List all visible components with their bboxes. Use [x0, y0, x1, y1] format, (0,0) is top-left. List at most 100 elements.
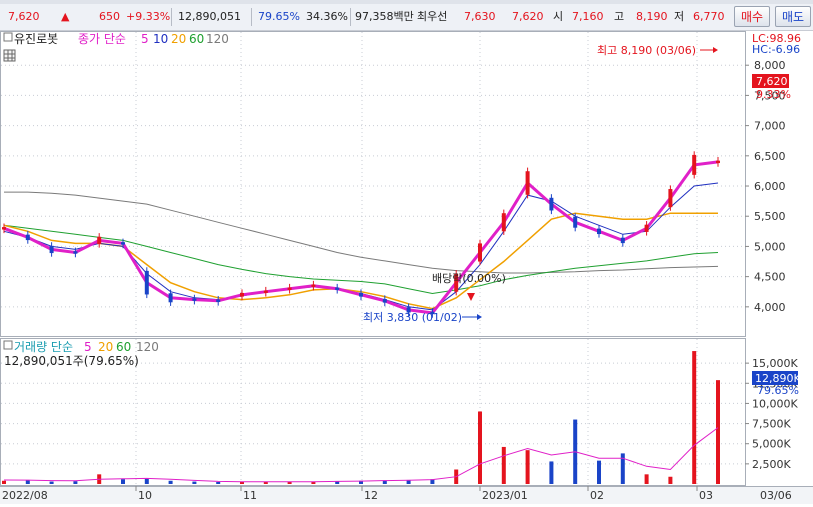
candle-body: [287, 287, 292, 290]
high-price: 8,190: [636, 10, 668, 23]
quote-toolbar: 7,620 ▲ 650 +9.33% 12,890,051 79.65% 34.…: [0, 0, 813, 31]
ma-period-60[interactable]: 60: [189, 32, 204, 46]
ask-label: 최우선: [417, 10, 448, 23]
candle-body: [2, 227, 6, 230]
volume-bar: [216, 481, 221, 484]
candle-body: [359, 292, 363, 297]
volume-bar: [549, 461, 554, 484]
volume-tick-label: 5,000K: [752, 438, 791, 451]
candle-body: [644, 224, 649, 232]
grid-toggle-icon[interactable]: [3, 49, 16, 62]
vol-ma-period-20[interactable]: 20: [98, 340, 113, 354]
change-amount: 650: [99, 10, 120, 23]
volume-bar: [73, 481, 78, 484]
x-tick-label: 2023/01: [482, 489, 528, 502]
stock-chart[interactable]: 8,0007,5007,0006,5006,0005,5005,0004,500…: [0, 31, 813, 504]
buy-button[interactable]: 매수: [734, 6, 770, 27]
candle-body: [335, 287, 340, 290]
candle-body: [311, 284, 316, 287]
candle-body: [525, 171, 530, 195]
candle-body: [478, 243, 482, 262]
volume-bar: [2, 480, 6, 484]
trade-value: 97,358백만: [355, 10, 414, 23]
x-tick-label: 12: [364, 489, 378, 502]
candle-body: [501, 213, 506, 232]
vol-ma-period-120[interactable]: 120: [136, 340, 159, 354]
price-tick-label: 5,000: [754, 240, 786, 253]
sell-button[interactable]: 매도: [775, 6, 811, 27]
volume-bar: [192, 481, 197, 484]
candle-body: [144, 270, 149, 295]
lower-limit-label: HC:-6.96: [752, 43, 800, 56]
candle-body: [716, 160, 720, 164]
ma-period-120[interactable]: 120: [206, 32, 229, 46]
price-tick-label: 5,500: [754, 210, 786, 223]
change-percent: +9.33%: [126, 10, 171, 23]
best-ask: 7,630: [464, 10, 496, 23]
current-ratio-tag: 79.65%: [757, 384, 799, 397]
candle-body: [382, 298, 387, 303]
high-annotation: 최고 8,190 (03/06): [597, 44, 696, 57]
x-tick-label: 2022/08: [2, 489, 48, 502]
price-tick-label: 4,000: [754, 301, 786, 314]
ma-title: 종가 단순: [78, 32, 126, 46]
volume-tick-label: 7,500K: [752, 418, 791, 431]
candle-body: [620, 237, 625, 244]
volume-title: 거래량 단순: [14, 340, 73, 354]
price-pane-frame: [0, 31, 746, 337]
low-annotation: 최저 3,830 (01/02): [363, 311, 462, 324]
candle-body: [216, 299, 221, 303]
volume-bar: [525, 450, 530, 484]
candle-body: [168, 293, 173, 303]
best-bid: 7,620: [512, 10, 544, 23]
candle-body: [240, 292, 244, 297]
high-label: 고: [614, 10, 625, 23]
candle-body: [97, 236, 102, 245]
ma-period-10[interactable]: 10: [153, 32, 168, 46]
current-price-tag: 7,620: [756, 75, 788, 88]
volume-bar: [668, 476, 673, 484]
candle-body: [192, 298, 197, 301]
turnover-rate: 34.36%: [306, 10, 348, 23]
price-tick-label: 6,500: [754, 150, 786, 163]
candle-body: [692, 154, 697, 175]
volume-bar: [501, 446, 506, 484]
separator: [251, 8, 252, 26]
x-axis-strip: [0, 486, 813, 504]
ma-period-20[interactable]: 20: [171, 32, 186, 46]
x-tick-label: 11: [243, 489, 257, 502]
current-price: 7,620: [8, 10, 40, 23]
candle-body: [25, 234, 30, 241]
candle-body: [573, 216, 578, 228]
chart-area[interactable]: 8,000 7,500 7,000 6,500 6,000 5,500 5,000 4,500…: [0, 31, 813, 504]
open-price: 7,160: [572, 10, 604, 23]
separator: [350, 8, 351, 26]
volume-tick-label: 15,000K: [752, 357, 798, 370]
volume-bar: [716, 380, 720, 484]
x-tick-label: 10: [138, 489, 152, 502]
open-label: 시: [553, 10, 564, 23]
vol-ma-period-5[interactable]: 5: [84, 340, 92, 354]
volume-bar: [644, 474, 649, 484]
stock-name: 유진로봇: [14, 32, 58, 46]
volume-bar: [478, 411, 482, 484]
price-tick-label: 4,500: [754, 271, 786, 284]
dividend-annotation: 배당락(0.00%): [432, 272, 506, 285]
volume-bar: [168, 480, 173, 484]
candle-body: [668, 189, 673, 208]
candle-body: [549, 197, 554, 211]
ma-period-5[interactable]: 5: [141, 32, 149, 46]
price-tick-label: 6,000: [754, 180, 786, 193]
toolbar-strip: [0, 0, 813, 4]
candle-body: [121, 242, 125, 245]
x-tick-label: 03/06: [760, 489, 792, 502]
candle-body: [49, 245, 54, 254]
up-arrow-icon: ▲: [61, 10, 70, 23]
current-pct-tag: 9.33%: [756, 88, 791, 101]
price-tick-label: 8,000: [754, 59, 786, 72]
x-tick-label: 02: [590, 489, 604, 502]
volume-bar: [144, 478, 149, 484]
separator: [171, 8, 172, 26]
candle-body: [597, 228, 601, 235]
vol-ma-period-60[interactable]: 60: [116, 340, 131, 354]
